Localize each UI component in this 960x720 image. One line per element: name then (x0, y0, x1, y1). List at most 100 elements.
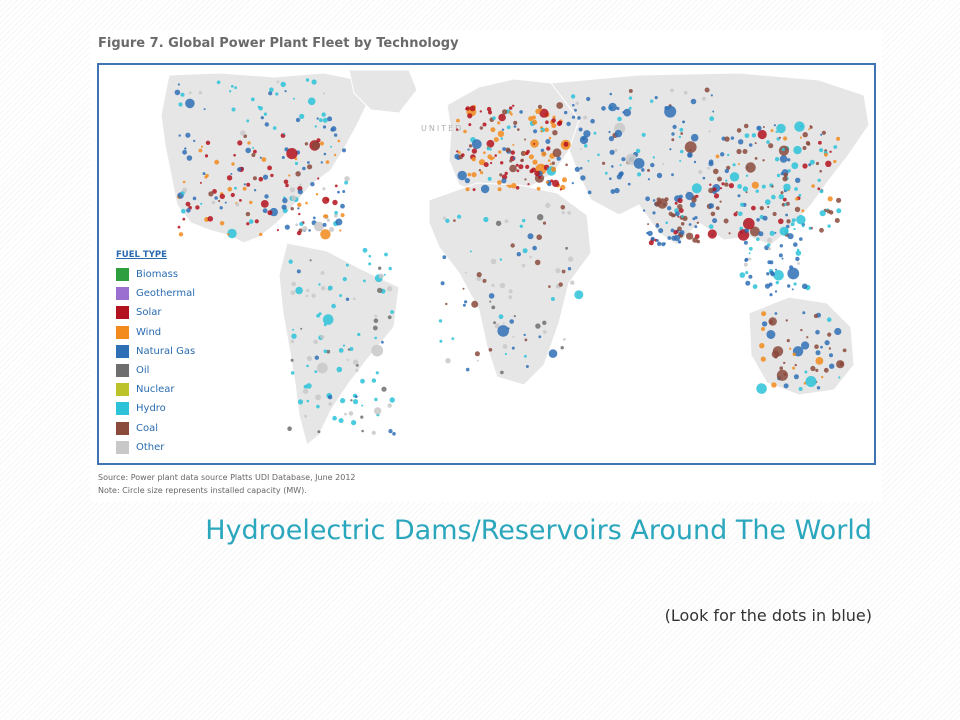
plant-dot (297, 399, 304, 405)
plant-dot (202, 172, 206, 176)
plant-dot (509, 106, 513, 110)
plant-dot (619, 164, 622, 167)
figure-source: Source: Power plant data source Platts U… (98, 473, 356, 482)
plant-dot (297, 207, 300, 210)
plant-dot (361, 404, 364, 407)
plant-dot (804, 370, 808, 374)
plant-dot (348, 411, 354, 416)
plant-dot (771, 350, 780, 359)
plant-dot (827, 196, 833, 202)
plant-dot (748, 274, 753, 279)
plant-dot (823, 367, 829, 373)
plant-dot (511, 183, 517, 189)
plant-dot (329, 227, 335, 232)
plant-dot (575, 101, 579, 105)
plant-dot (515, 163, 519, 167)
plant-dot (794, 363, 797, 367)
plant-dot (295, 171, 301, 177)
plant-dot (719, 200, 722, 203)
plant-dot (796, 248, 800, 251)
world-map: UNITED FUEL TYPE Biomass Geothermal Solar W… (97, 63, 876, 465)
plant-dot (355, 368, 359, 372)
plant-dot (186, 208, 191, 213)
plant-dot (276, 80, 280, 84)
plant-dot (806, 336, 809, 339)
plant-dot (672, 213, 676, 217)
plant-dot (819, 189, 824, 194)
plant-dot (440, 281, 445, 286)
plant-dot (352, 297, 356, 301)
plant-dot (545, 139, 551, 144)
plant-dot (305, 294, 309, 298)
plant-dot (712, 110, 715, 113)
plant-dot (500, 137, 504, 140)
plant-dot (317, 430, 321, 434)
plant-dot (790, 222, 795, 227)
slide-title: Hydroelectric Dams/Reservoirs Around The… (205, 515, 872, 546)
legend-swatch (116, 364, 129, 378)
plant-dot (497, 187, 502, 192)
plant-dot (234, 186, 237, 190)
plant-dot (744, 133, 750, 138)
plant-dot (679, 127, 684, 132)
plant-dot (792, 366, 796, 370)
plant-dot (351, 420, 357, 426)
world-map-svg: UNITED (160, 69, 870, 446)
plant-dot (218, 199, 221, 203)
plant-dot (780, 191, 784, 195)
plant-dot (384, 252, 388, 257)
plant-dot (766, 140, 770, 144)
plant-dot (793, 282, 797, 286)
plant-dot (538, 335, 542, 339)
plant-dot (795, 197, 799, 201)
plant-dot (314, 370, 318, 373)
plant-dot (768, 317, 777, 326)
plant-dot (490, 127, 496, 133)
plant-dot (677, 240, 682, 244)
plant-dot (809, 159, 815, 165)
plant-dot (178, 134, 181, 137)
plant-dot (604, 171, 608, 175)
plant-dot (352, 399, 359, 405)
plant-dot (204, 175, 208, 179)
plant-dot (707, 229, 717, 239)
plant-dot (776, 173, 781, 178)
plant-dot (186, 155, 193, 161)
plant-dot (344, 180, 348, 185)
plant-dot (252, 147, 255, 149)
plant-dot (513, 125, 517, 128)
plant-dot (785, 213, 788, 217)
legend-swatch (116, 421, 129, 435)
plant-dot (297, 202, 302, 207)
plant-dot (814, 344, 819, 350)
plant-dot (318, 312, 322, 316)
plant-dot (534, 259, 541, 266)
legend-label: Natural Gas (136, 345, 196, 357)
plant-dot (833, 159, 837, 164)
plant-dot (214, 159, 220, 165)
plant-dot (650, 162, 655, 168)
plant-dot (523, 333, 526, 337)
plant-dot (508, 184, 512, 189)
plant-dot (566, 121, 571, 127)
plant-dot (264, 122, 269, 127)
plant-dot (815, 368, 819, 372)
plant-dot (801, 224, 805, 228)
plant-dot (307, 161, 310, 164)
plant-dot (635, 148, 641, 154)
plant-dot (524, 138, 526, 141)
plant-dot (231, 107, 236, 112)
plant-dot (361, 429, 364, 433)
plant-dot (781, 147, 785, 152)
plant-dot (627, 182, 631, 186)
plant-dot (546, 146, 551, 151)
plant-dot (340, 398, 346, 404)
plant-dot (205, 140, 211, 145)
plant-dot (330, 145, 332, 148)
plant-dot (296, 269, 301, 274)
plant-dot (489, 148, 492, 151)
plant-dot (647, 223, 650, 226)
plant-dot (551, 161, 555, 165)
plant-dot (779, 366, 783, 371)
plant-dot (332, 199, 338, 206)
